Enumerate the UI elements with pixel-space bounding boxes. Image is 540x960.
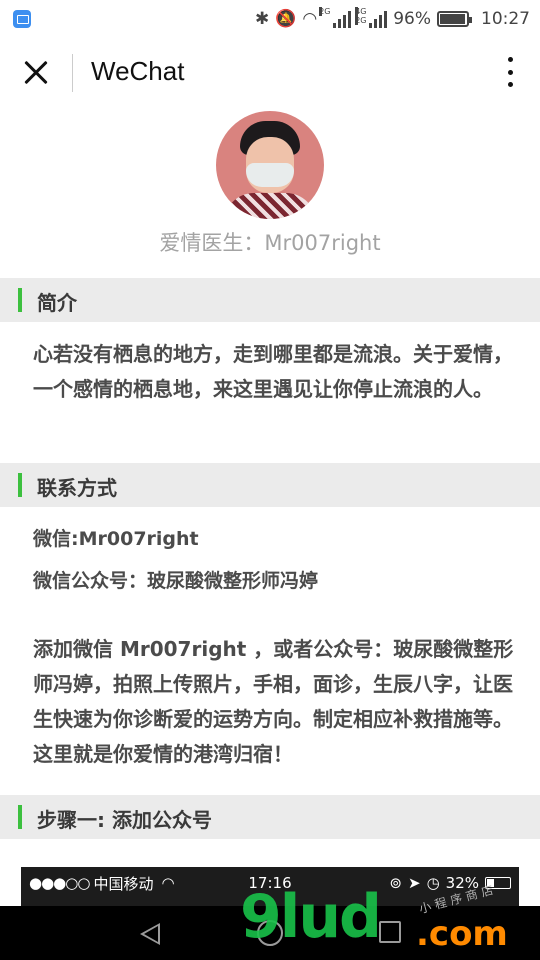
profile-name: 爱情医生：Mr007right bbox=[159, 231, 381, 255]
status-icons: ✱ 🔕 ◠ 2G 4G 2G 96% 10:27 bbox=[255, 6, 530, 32]
close-icon[interactable] bbox=[18, 54, 54, 90]
section-accent-bar bbox=[18, 473, 22, 497]
status-time: 10:27 bbox=[481, 9, 530, 29]
section-accent-bar bbox=[18, 805, 22, 829]
sim2-tag: 4G 2G bbox=[355, 6, 367, 25]
avatar bbox=[216, 111, 324, 219]
bluetooth-icon: ✱ bbox=[254, 9, 270, 29]
section-title: 简介 bbox=[37, 291, 77, 315]
status-bar: ✱ 🔕 ◠ 2G 4G 2G 96% 10:27 bbox=[0, 0, 540, 38]
contact-text: 添加微信 Mr007right ，或者公众号：玻尿酸微整形师冯婷，拍照上传照片，… bbox=[33, 637, 514, 766]
signal-icon: 4G 2G bbox=[355, 6, 388, 28]
battery-icon bbox=[437, 11, 472, 27]
title-divider bbox=[72, 54, 73, 92]
battery-percent: 96% bbox=[393, 9, 431, 29]
vibrate-off-icon: 🔕 bbox=[275, 9, 297, 29]
section-header-step1: 步骤一: 添加公众号 bbox=[0, 795, 540, 839]
intro-text: 心若没有栖息的地方，走到哪里都是流浪。关于爱情，一个感情的栖息地，来这里遇见让你… bbox=[33, 342, 513, 401]
gallery-icon bbox=[13, 10, 31, 28]
sim1-tag: 2G bbox=[319, 6, 331, 16]
signal-icon: 2G bbox=[319, 6, 352, 28]
section-title: 步骤一: 添加公众号 bbox=[37, 808, 212, 832]
title-bar: WeChat bbox=[0, 38, 540, 108]
section-header-contact: 联系方式 bbox=[0, 463, 540, 507]
official-account: 微信公众号：玻尿酸微整形师冯婷 bbox=[33, 570, 319, 592]
embedded-signal: ●●●○○ bbox=[29, 874, 90, 892]
page-title: WeChat bbox=[91, 56, 185, 86]
watermark-sub: 小程序商店 bbox=[417, 881, 499, 917]
watermark-logo: 9lud 小程序商店 .com bbox=[240, 880, 540, 960]
section-title: 联系方式 bbox=[37, 476, 117, 500]
section-header-intro: 简介 bbox=[0, 278, 540, 322]
wifi-icon: ◠ bbox=[302, 9, 318, 29]
embedded-carrier: 中国移动 bbox=[93, 874, 154, 893]
wifi-icon: ◠ bbox=[161, 874, 175, 892]
section-accent-bar bbox=[18, 288, 22, 312]
watermark-suffix: .com bbox=[416, 914, 508, 954]
more-vertical-icon[interactable] bbox=[504, 54, 516, 90]
page-content[interactable]: 爱情医生：Mr007right 简介 心若没有栖息的地方，走到哪里都是流浪。关于… bbox=[0, 108, 540, 906]
wechat-id: 微信:Mr007right bbox=[33, 528, 199, 550]
back-icon[interactable] bbox=[140, 923, 160, 945]
watermark-main: 9lud bbox=[240, 882, 382, 952]
